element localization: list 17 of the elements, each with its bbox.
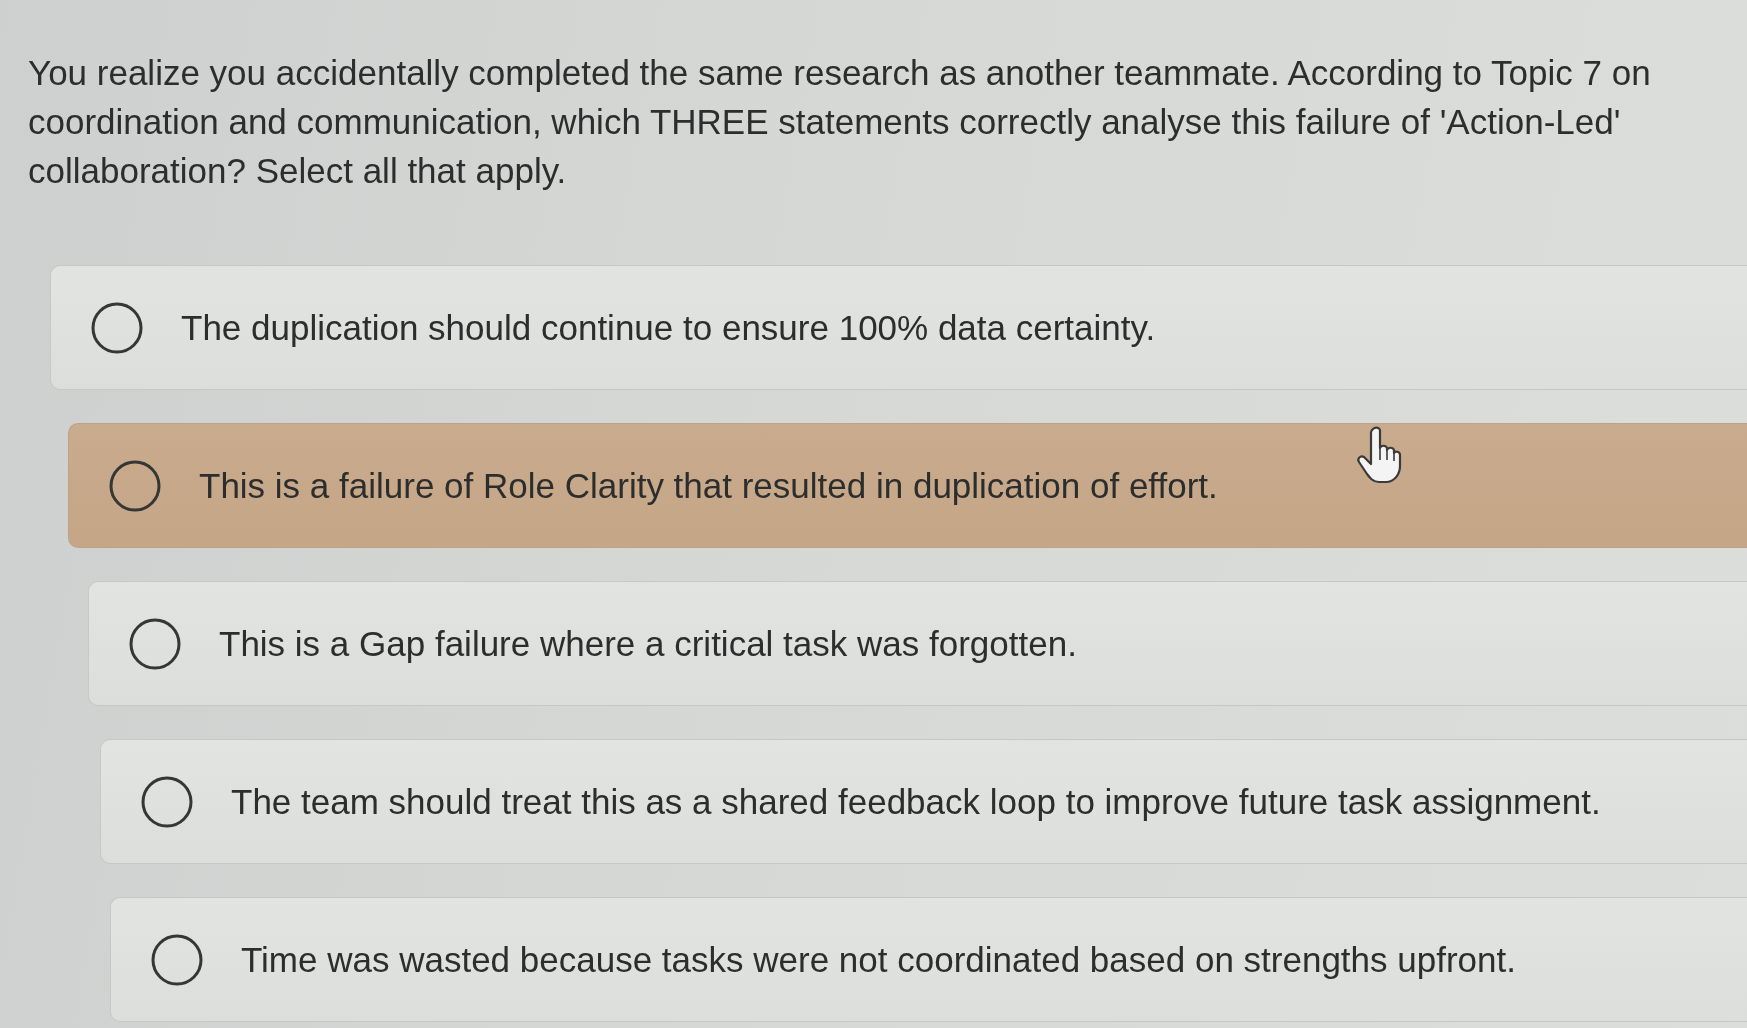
radio-button[interactable] xyxy=(129,617,181,670)
option-label: This is a Gap failure where a critical task was forgotten. xyxy=(219,622,1077,665)
radio-button[interactable] xyxy=(151,933,203,986)
answer-option[interactable]: This is a Gap failure where a critical task was forgotten. xyxy=(88,581,1747,706)
radio-button[interactable] xyxy=(109,459,161,512)
answer-option[interactable]: This is a failure of Role Clarity that resulted in duplication of effort. xyxy=(68,423,1747,548)
question-text: You realize you accidentally completed the same research as another teammate. According to Topic 7 on coordination and communication, which THREE statements correctly analyse this failure of 'Action-Led' collaboration? Select all that apply. xyxy=(28,52,1652,192)
radio-button[interactable] xyxy=(141,775,193,828)
radio-button[interactable] xyxy=(91,301,143,354)
option-label: This is a failure of Role Clarity that resulted in duplication of effort. xyxy=(199,464,1218,507)
option-label: Time was wasted because tasks were not coordinated based on strengths upfront. xyxy=(241,938,1516,981)
hand-pointer-icon xyxy=(1356,426,1402,484)
option-label: The duplication should continue to ensure 100% data certainty. xyxy=(181,306,1156,349)
answer-option[interactable]: Time was wasted because tasks were not coordinated based on strengths upfront. xyxy=(110,897,1747,1022)
answer-option[interactable]: The team should treat this as a shared feedback loop to improve future task assignment. xyxy=(100,739,1747,864)
answer-option[interactable]: The duplication should continue to ensure 100% data certainty. xyxy=(50,265,1747,390)
option-label: The team should treat this as a shared feedback loop to improve future task assignment. xyxy=(231,780,1601,823)
